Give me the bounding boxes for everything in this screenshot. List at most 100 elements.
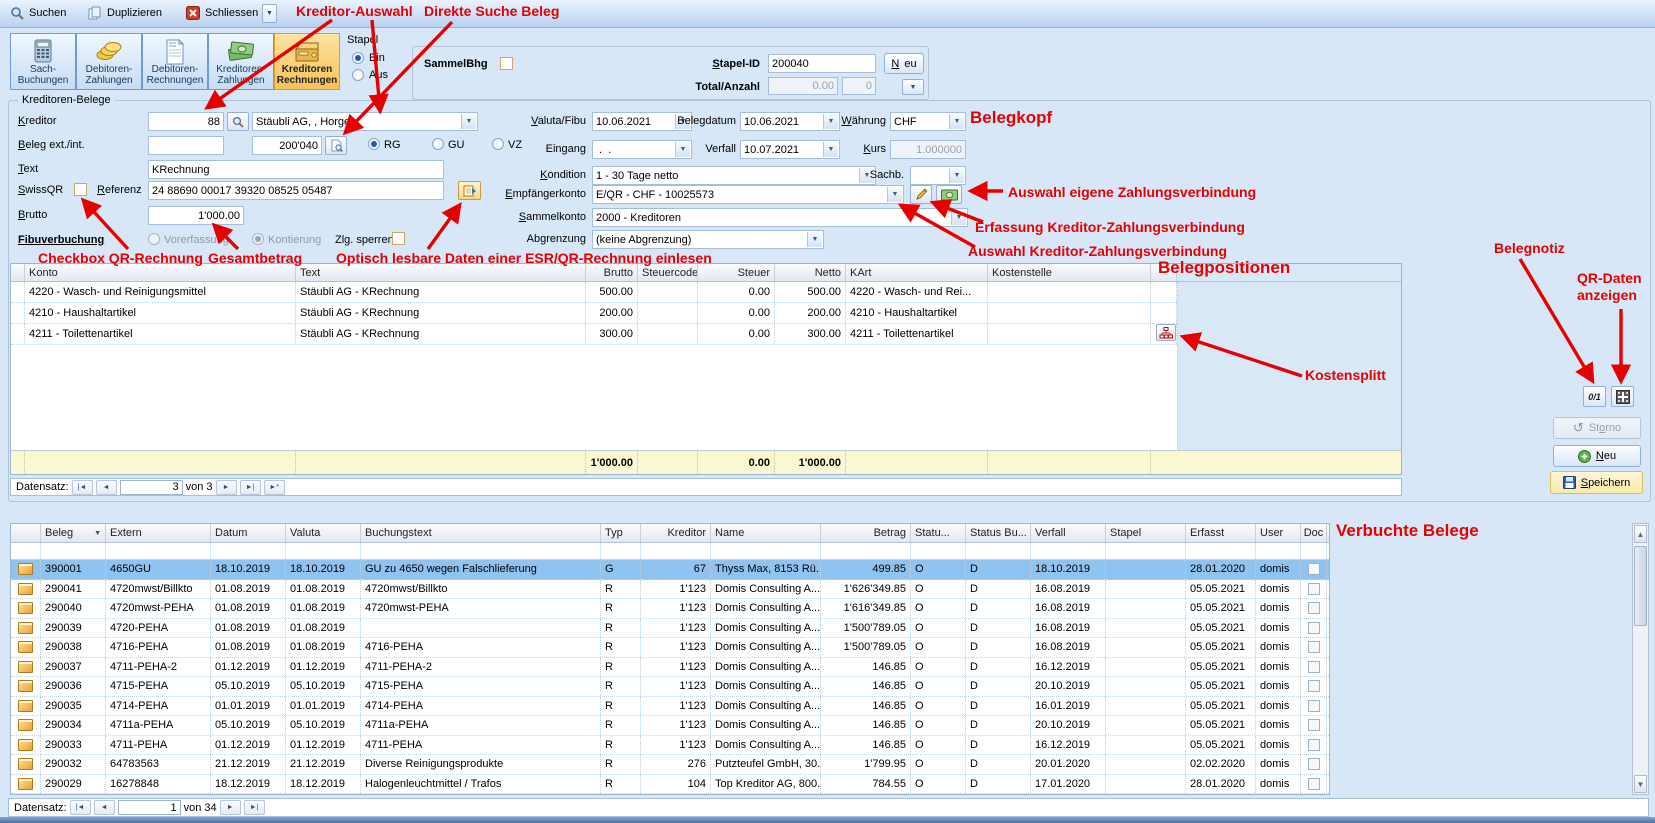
sammelbhg-checkbox[interactable]	[500, 57, 513, 70]
sammelkonto-combobox[interactable]: 2000 - Kreditoren▼	[592, 208, 968, 227]
text-input[interactable]: KRechnung	[148, 160, 444, 179]
chevron-down-icon[interactable]: ▼	[807, 232, 822, 247]
next-record-button[interactable]: ►	[220, 800, 241, 815]
col-header-erfasst[interactable]: Erfasst	[1186, 524, 1256, 542]
posted-document-row[interactable]: 290033 4711-PEHA 01.12.2019 01.12.2019 4…	[11, 736, 1329, 756]
record-number-input[interactable]: 3	[120, 480, 183, 495]
tab-kreditoren-zahlungen[interactable]: Kreditoren- Zahlungen	[208, 33, 274, 90]
esr-scan-button[interactable]	[458, 181, 481, 200]
posted-document-row[interactable]: 290036 4715-PEHA 05.10.2019 05.10.2019 4…	[11, 677, 1329, 697]
col-header-stapel[interactable]: Stapel	[1106, 524, 1186, 542]
col-header-datum[interactable]: Datum	[211, 524, 286, 542]
prev-record-button[interactable]: ◄	[96, 480, 117, 495]
vorerfassung-radio[interactable]	[148, 233, 160, 245]
doc-checkbox[interactable]	[1308, 680, 1320, 692]
posted-document-row[interactable]: 290037 4711-PEHA-2 01.12.2019 01.12.2019…	[11, 658, 1329, 678]
sachb-combobox[interactable]: ▼	[910, 166, 966, 185]
chevron-down-icon[interactable]: ▼	[949, 114, 964, 129]
col-header-steuercode[interactable]: Steuercode	[638, 264, 698, 281]
posted-filter-row[interactable]	[11, 543, 1329, 560]
last-record-button[interactable]: ►|	[240, 480, 261, 495]
close-button[interactable]: Schliessen	[178, 2, 266, 24]
empfaengerkonto-combobox[interactable]: E/QR - CHF - 10025573▼	[592, 185, 904, 204]
posted-document-row[interactable]: 290035 4714-PEHA 01.01.2019 01.01.2019 4…	[11, 697, 1329, 717]
col-header-verfall[interactable]: Verfall	[1031, 524, 1106, 542]
zlg-sperren-checkbox[interactable]	[392, 232, 405, 245]
chevron-down-icon[interactable]: ▼	[461, 114, 476, 129]
posted-document-row[interactable]: 290041 4720mwst/Billkto 01.08.2019 01.08…	[11, 580, 1329, 600]
storno-button[interactable]: ↺ Storno	[1553, 417, 1641, 439]
posted-document-row[interactable]: 290038 4716-PEHA 01.08.2019 01.08.2019 4…	[11, 638, 1329, 658]
col-header-netto[interactable]: Netto	[775, 264, 846, 281]
new-record-button[interactable]: ►*	[264, 480, 285, 495]
stapel-aus-radio[interactable]	[352, 69, 364, 81]
kreditor-search-button[interactable]	[227, 112, 249, 131]
belegdatum-datepicker[interactable]: 10.06.2021▼	[740, 112, 840, 131]
neu-button[interactable]: Neu	[1553, 445, 1641, 467]
belegnotiz-button[interactable]: 0/1	[1583, 386, 1606, 407]
beleg-direct-search-button[interactable]	[325, 136, 347, 155]
tab-kreditoren-rechnungen-active[interactable]: Kreditoren Rechnungen	[274, 33, 340, 90]
search-button[interactable]: Suchen	[2, 2, 74, 24]
doc-checkbox[interactable]	[1308, 602, 1320, 614]
col-header-beleg[interactable]: Beleg▼	[41, 524, 106, 542]
col-header-doc[interactable]: Doc	[1301, 524, 1327, 542]
toolbar-overflow-button[interactable]: ▼	[262, 4, 277, 23]
verfall-datepicker[interactable]: 10.07.2021▼	[740, 140, 840, 159]
brutto-input[interactable]: 1'000.00	[148, 206, 244, 225]
doc-checkbox[interactable]	[1308, 661, 1320, 673]
col-header-text[interactable]: Text	[296, 264, 586, 281]
prev-record-button[interactable]: ◄	[94, 800, 115, 815]
last-record-button[interactable]: ►|	[244, 800, 265, 815]
rg-radio[interactable]	[368, 138, 380, 150]
first-record-button[interactable]: |◄	[72, 480, 93, 495]
kreditor-name-combobox[interactable]: Stäubli AG, , Horgen ▼	[252, 112, 478, 131]
col-header-konto[interactable]: Konto	[25, 264, 296, 281]
doc-checkbox[interactable]	[1308, 641, 1320, 653]
col-header-kostenstelle[interactable]: Kostenstelle	[988, 264, 1151, 281]
col-header-status[interactable]: Statu...	[911, 524, 966, 542]
chevron-down-icon[interactable]: ▼	[951, 210, 966, 225]
waehrung-combobox[interactable]: CHF▼	[890, 112, 966, 131]
next-record-button[interactable]: ►	[216, 480, 237, 495]
col-header-extern[interactable]: Extern	[106, 524, 211, 542]
select-own-payment-connection-button[interactable]	[936, 185, 962, 204]
col-header-buchungstext[interactable]: Buchungstext	[361, 524, 601, 542]
doc-checkbox[interactable]	[1308, 778, 1320, 790]
gu-radio[interactable]	[432, 138, 444, 150]
doc-checkbox[interactable]	[1308, 758, 1320, 770]
doc-checkbox[interactable]	[1308, 700, 1320, 712]
doc-checkbox[interactable]	[1308, 563, 1320, 575]
record-number-input[interactable]: 1	[118, 800, 181, 815]
batch-dropdown-button[interactable]: ▼	[902, 79, 924, 95]
col-header-kart[interactable]: KArt	[846, 264, 988, 281]
stapel-id-input[interactable]: 200040	[768, 54, 876, 73]
first-record-button[interactable]: |◄	[70, 800, 91, 815]
posted-document-row[interactable]: 390001 4650GU 18.10.2019 18.10.2019 GU z…	[11, 560, 1329, 580]
stapel-ein-radio[interactable]	[352, 52, 364, 64]
col-header-typ[interactable]: Typ	[601, 524, 641, 542]
position-row[interactable]: 4220 - Wasch- und Reinigungsmittel Stäub…	[11, 282, 1177, 303]
edit-payment-connection-button[interactable]	[910, 185, 932, 204]
kreditor-number-input[interactable]: 88	[148, 112, 224, 131]
posted-document-row[interactable]: 290039 4720-PEHA 01.08.2019 01.08.2019 R…	[11, 619, 1329, 639]
doc-checkbox[interactable]	[1308, 583, 1320, 595]
posted-document-row[interactable]: 290029 16278848 18.12.2019 18.12.2019 Ha…	[11, 775, 1329, 795]
posted-grid-scrollbar[interactable]: ▲ ▼	[1632, 523, 1649, 795]
position-row[interactable]: 4211 - Toilettenartikel Stäubli AG - KRe…	[11, 324, 1177, 345]
kostensplitt-button[interactable]	[1156, 324, 1176, 341]
col-header-user[interactable]: User	[1256, 524, 1301, 542]
tab-debitoren-zahlungen[interactable]: Debitoren- Zahlungen	[76, 33, 142, 90]
chevron-down-icon[interactable]: ▼	[949, 168, 964, 183]
position-row[interactable]: 4210 - Haushaltartikel Stäubli AG - KRec…	[11, 303, 1177, 324]
stapel-neu-button[interactable]: Neu	[884, 53, 924, 74]
col-header-name[interactable]: Name	[711, 524, 821, 542]
referenz-input[interactable]: 24 88690 00017 39320 08525 05487	[148, 181, 444, 200]
tab-sach-buchungen[interactable]: Sach- Buchungen	[10, 33, 76, 90]
beleg-intern-input[interactable]: 200'040	[252, 136, 322, 155]
doc-checkbox[interactable]	[1308, 719, 1320, 731]
doc-checkbox[interactable]	[1308, 739, 1320, 751]
kondition-combobox[interactable]: 1 - 30 Tage netto▼	[592, 166, 876, 185]
col-header-brutto[interactable]: Brutto	[586, 264, 638, 281]
qr-daten-button[interactable]	[1611, 386, 1634, 407]
